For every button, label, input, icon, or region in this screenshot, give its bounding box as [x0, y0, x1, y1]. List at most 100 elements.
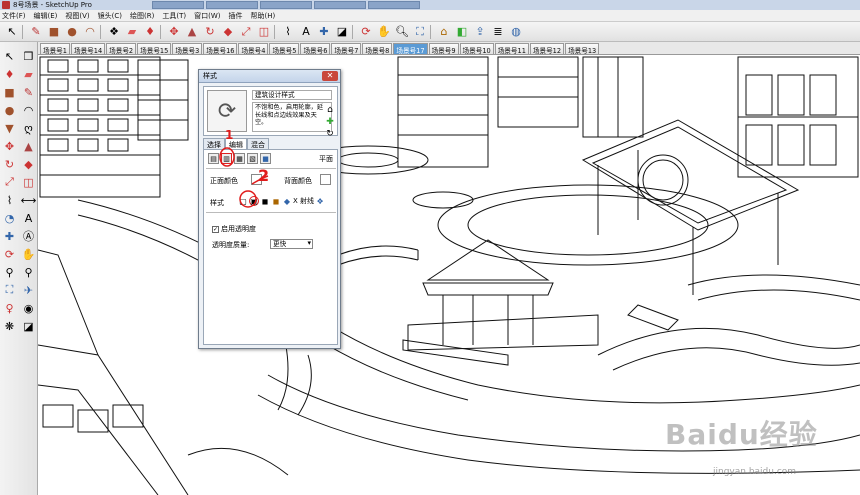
dimension-icon[interactable]: ⟷ — [20, 192, 37, 208]
tab-select[interactable]: 选择 — [203, 138, 225, 149]
freehand-icon[interactable]: ღ — [20, 120, 37, 136]
arc-icon[interactable]: ◠ — [82, 24, 98, 40]
enable-transparency-checkbox[interactable]: ✓ 启用透明度 — [212, 224, 256, 234]
scene-tab[interactable]: 场景号14 — [70, 43, 106, 55]
scene-tab[interactable]: 场景号6 — [300, 43, 331, 55]
component-icon[interactable]: ❒ — [20, 48, 37, 64]
create-style-icon[interactable]: ✚ — [326, 117, 334, 127]
scene-tab[interactable]: 场景号15 — [137, 43, 172, 55]
scale-icon[interactable]: ⤢ — [1, 174, 18, 190]
pushpull-icon[interactable]: ▲ — [184, 24, 200, 40]
scene-tab[interactable]: 场景号11 — [494, 43, 529, 55]
pan-icon[interactable]: ✋ — [376, 24, 392, 40]
axes-icon[interactable]: ✚ — [1, 228, 18, 244]
tape-icon[interactable]: ⌇ — [280, 24, 296, 40]
text-icon[interactable]: A — [20, 210, 37, 226]
wireframe-mode-icon[interactable]: ▢ — [238, 196, 248, 206]
offset-icon[interactable]: ◫ — [256, 24, 272, 40]
rotate-icon[interactable]: ↻ — [1, 156, 18, 172]
offset-icon[interactable]: ◫ — [20, 174, 37, 190]
checkbox-mark[interactable]: ✓ — [212, 225, 219, 233]
taskbar-item[interactable] — [367, 1, 420, 9]
pan-icon[interactable]: ✋ — [20, 246, 37, 262]
polygon-icon[interactable]: ▼ — [1, 120, 18, 136]
walk-icon[interactable]: ❋ — [1, 318, 18, 334]
scene-tab[interactable]: 场景号16 — [203, 43, 238, 55]
edge-settings-icon[interactable]: ▤ — [208, 153, 219, 164]
look-around-icon[interactable]: ◉ — [20, 300, 37, 316]
back-color-swatch[interactable] — [320, 174, 331, 185]
protractor-icon[interactable]: ◔ — [1, 210, 18, 226]
paint-icon[interactable]: ♦ — [142, 24, 158, 40]
textured-mode-icon[interactable]: ◼ — [271, 196, 281, 206]
scene-tab[interactable]: 场景号3 — [172, 43, 203, 55]
dialog-title-bar[interactable]: 样式 — [199, 70, 340, 83]
select-icon[interactable]: ↖ — [1, 48, 18, 64]
orbit-icon[interactable]: ⟳ — [1, 246, 18, 262]
taskbar-item[interactable] — [205, 1, 258, 9]
previous-view-icon[interactable]: ✈ — [20, 282, 37, 298]
menu-window[interactable]: 窗口(W) — [194, 11, 220, 21]
scene-tab[interactable]: 场景号4 — [238, 43, 269, 55]
select-icon[interactable]: ↖ — [4, 24, 20, 40]
paint-icon[interactable]: ♦ — [1, 66, 18, 82]
style-thumbnail[interactable]: ⟳ — [207, 90, 247, 132]
rectangle-icon[interactable]: ■ — [1, 84, 18, 100]
face-settings-icon[interactable]: ▥ — [221, 153, 232, 164]
eraser-icon[interactable]: ▰ — [124, 24, 140, 40]
display-secondary-icon[interactable]: ⌂ — [327, 105, 333, 115]
move-icon[interactable]: ✥ — [1, 138, 18, 154]
menu-plugins[interactable]: 插件 — [228, 11, 242, 21]
menu-file[interactable]: 文件(F) — [2, 11, 26, 21]
eraser-icon[interactable]: ▰ — [20, 66, 37, 82]
rotate-icon[interactable]: ↻ — [202, 24, 218, 40]
menu-draw[interactable]: 绘图(R) — [130, 11, 154, 21]
house-icon[interactable]: ⌂ — [436, 24, 452, 40]
scene-tab[interactable]: 场景号9 — [428, 43, 459, 55]
scene-tab[interactable]: 场景号13 — [565, 43, 600, 55]
rectangle-icon[interactable]: ■ — [46, 24, 62, 40]
pencil-icon[interactable]: ✎ — [20, 84, 37, 100]
3d-text-icon[interactable]: Ⓐ — [20, 228, 37, 244]
pencil-icon[interactable]: ✎ — [28, 24, 44, 40]
warehouse-icon[interactable]: ◧ — [454, 24, 470, 40]
style-description-field[interactable]: 不饱和色，启用轮廓，延长线和点边线效果及天空。 — [252, 102, 332, 132]
scene-tab[interactable]: 场景号5 — [269, 43, 300, 55]
move-icon[interactable]: ✥ — [166, 24, 182, 40]
menu-tools[interactable]: 工具(T) — [162, 11, 186, 21]
hidden-line-mode-icon[interactable]: ▣ — [249, 196, 259, 206]
taskbar-item[interactable] — [313, 1, 366, 9]
layers-icon[interactable]: ≣ — [490, 24, 506, 40]
scene-tab[interactable]: 场景号12 — [529, 43, 565, 55]
arc-icon[interactable]: ◠ — [20, 102, 37, 118]
scene-tab[interactable]: 场景号7 — [331, 43, 362, 55]
modeling-settings-icon[interactable]: ■ — [260, 153, 271, 164]
section-icon[interactable]: ◪ — [334, 24, 350, 40]
google-earth-icon[interactable]: ◍ — [508, 24, 524, 40]
orbit-icon[interactable]: ⟳ — [358, 24, 374, 40]
section-icon[interactable]: ◪ — [20, 318, 37, 334]
axes-icon[interactable]: ✚ — [316, 24, 332, 40]
scene-tab[interactable]: 场景号1 — [40, 43, 70, 55]
scene-tab-active[interactable]: 场景号17 — [393, 43, 428, 55]
share-model-icon[interactable]: ⇪ — [472, 24, 488, 40]
zoom-icon[interactable]: ⚲ — [1, 264, 18, 280]
menu-view[interactable]: 视图(V) — [65, 11, 89, 21]
pushpull-icon[interactable]: ▲ — [20, 138, 37, 154]
follow-me-icon[interactable]: ◆ — [220, 24, 236, 40]
tab-mix[interactable]: 混合 — [247, 138, 269, 149]
transparency-quality-select[interactable]: 更快 — [270, 239, 313, 249]
shaded-mode-icon[interactable]: ◼ — [260, 196, 270, 206]
style-name-field[interactable]: 建筑设计样式 — [252, 90, 332, 100]
dialog-close-button[interactable]: ✕ — [322, 71, 338, 81]
scene-tab[interactable]: 场景号2 — [106, 43, 137, 55]
update-style-icon[interactable]: ↻ — [326, 129, 334, 139]
taskbar-item[interactable] — [151, 1, 204, 9]
zoom-extents-icon[interactable]: ⛶ — [412, 24, 428, 40]
xray-icon[interactable]: ❖ — [315, 196, 325, 206]
tape-icon[interactable]: ⌇ — [1, 192, 18, 208]
menu-camera[interactable]: 镜头(C) — [98, 11, 122, 21]
text-icon[interactable]: A — [298, 24, 314, 40]
menu-edit[interactable]: 编辑(E) — [34, 11, 58, 21]
taskbar-item[interactable] — [259, 1, 312, 9]
